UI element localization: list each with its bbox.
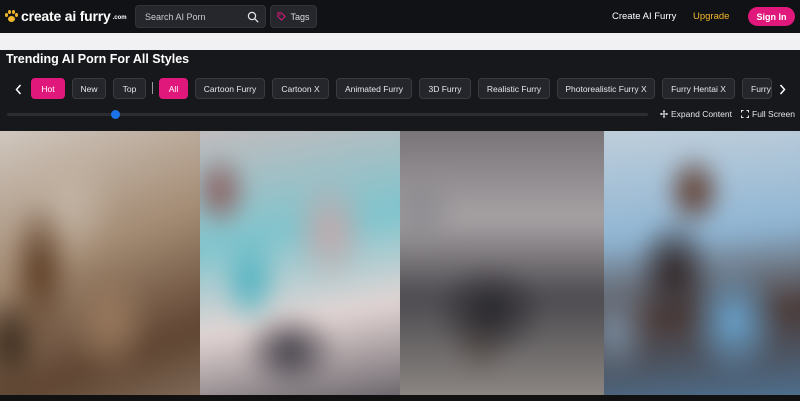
banner-strip (0, 33, 800, 50)
create-ai-furry-link[interactable]: Create AI Furry (612, 11, 676, 22)
style-furry-hentai-x[interactable]: Furry Hentai X (662, 78, 735, 99)
gallery-tile[interactable] (400, 131, 604, 401)
size-slider-handle[interactable] (111, 110, 121, 119)
style-3d-furry[interactable]: 3D Furry (419, 78, 471, 99)
style-realistic-furry[interactable]: Realistic Furry (478, 78, 550, 99)
blurred-image (400, 131, 604, 401)
tile-footer (400, 395, 604, 401)
style-animated-furry[interactable]: Animated Furry (336, 78, 412, 99)
gallery-tile[interactable] (604, 131, 800, 401)
tile-footer (200, 395, 400, 401)
style-furry[interactable]: Furry (742, 78, 772, 99)
sort-new[interactable]: New (72, 78, 106, 99)
scroll-right-button[interactable] (777, 82, 787, 96)
search-box[interactable] (135, 5, 266, 28)
sign-in-button[interactable]: Sign In (748, 7, 795, 26)
blurred-image (604, 131, 800, 401)
expand-content-button[interactable]: Expand Content (660, 109, 732, 119)
full-screen-label: Full Screen (752, 109, 795, 119)
style-cartoon-furry[interactable]: Cartoon Furry (195, 78, 265, 99)
move-icon (660, 110, 668, 118)
blurred-image (200, 131, 400, 401)
filter-divider (152, 82, 153, 94)
sort-hot[interactable]: Hot (31, 78, 65, 99)
size-slider-track[interactable] (7, 113, 648, 116)
blurred-image (0, 131, 200, 401)
chevron-right-icon (779, 84, 786, 94)
gallery-tile[interactable] (200, 131, 400, 401)
style-cartoon-x[interactable]: Cartoon X (272, 78, 329, 99)
search-icon[interactable] (247, 11, 259, 23)
logo-text: create ai furry (21, 8, 111, 24)
image-gallery (0, 131, 800, 401)
logo-suffix: .com (112, 15, 127, 21)
top-header: create ai furry .com Tags Create AI Furr… (0, 0, 800, 33)
chevron-left-icon (14, 84, 21, 94)
tile-footer (604, 395, 800, 401)
tags-button[interactable]: Tags (270, 5, 317, 28)
tile-footer (0, 395, 200, 401)
tags-label: Tags (290, 11, 310, 22)
search-input[interactable] (145, 11, 245, 22)
scroll-left-button[interactable] (13, 82, 23, 96)
expand-content-label: Expand Content (671, 109, 732, 119)
style-all[interactable]: All (159, 78, 188, 99)
upgrade-link[interactable]: Upgrade (693, 11, 729, 22)
sort-top[interactable]: Top (113, 78, 146, 99)
fullscreen-icon (741, 110, 749, 118)
site-logo[interactable]: create ai furry .com (5, 8, 127, 24)
paw-icon (5, 9, 18, 23)
filter-bar: Hot New Top All Cartoon Furry Cartoon X … (0, 78, 800, 100)
tag-icon (277, 12, 287, 21)
page-title: Trending AI Porn For All Styles (6, 52, 190, 66)
full-screen-button[interactable]: Full Screen (741, 109, 795, 119)
style-photorealistic-furry-x[interactable]: Photorealistic Furry X (557, 78, 655, 99)
gallery-tile[interactable] (0, 131, 200, 401)
